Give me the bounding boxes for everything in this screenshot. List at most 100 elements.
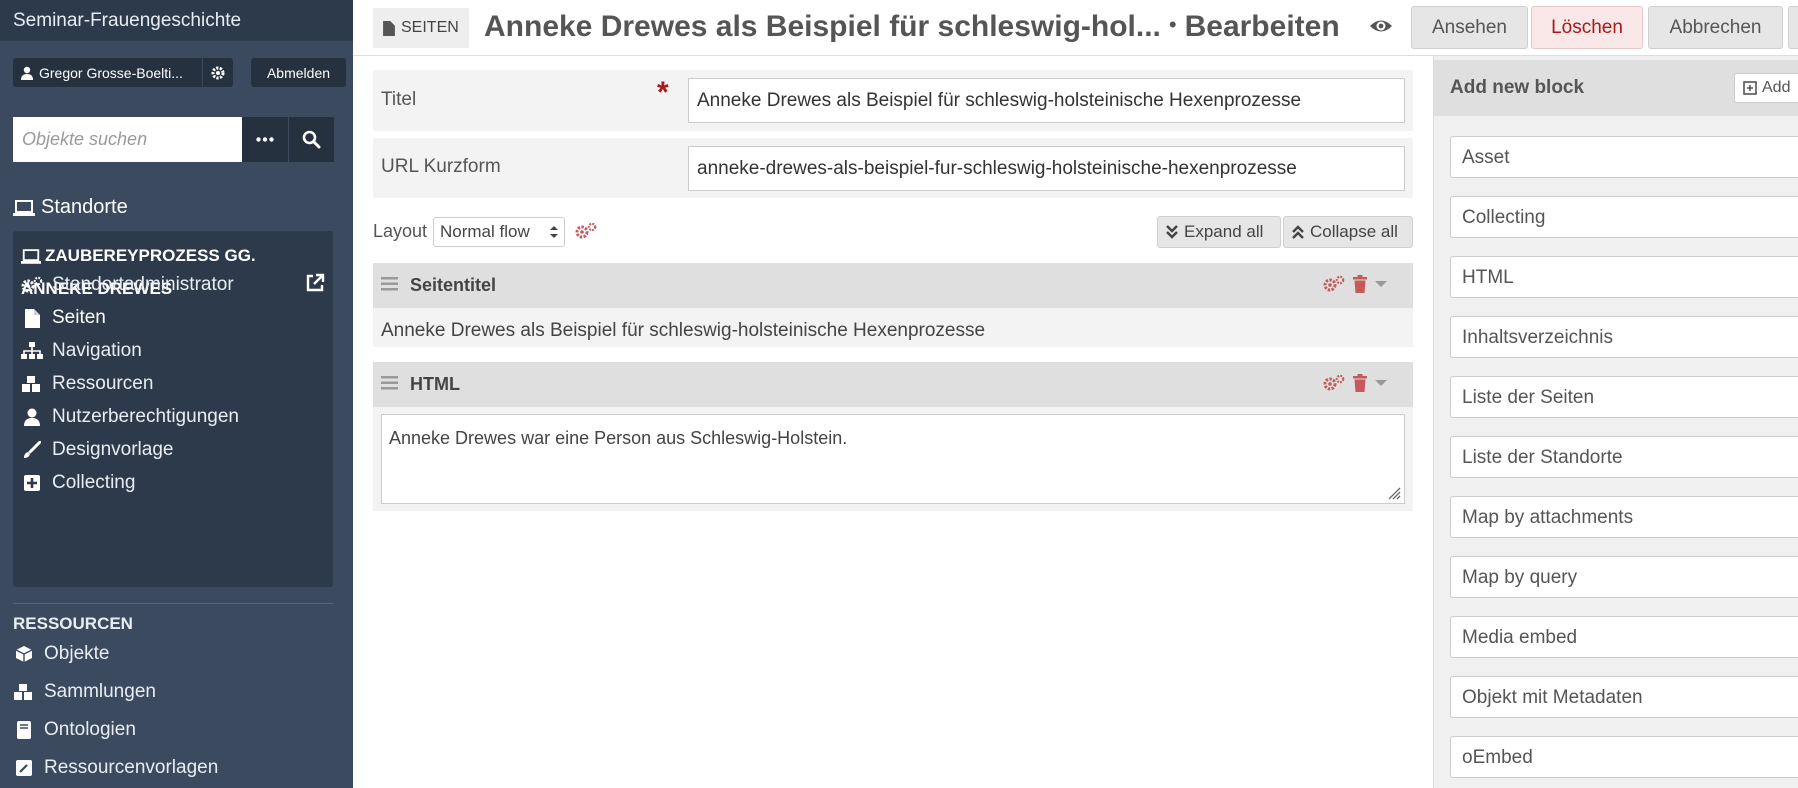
trash-icon[interactable] [1353,374,1367,392]
user-button[interactable]: Gregor Grosse-Boelti... [13,58,202,87]
drag-handle-icon[interactable] [381,376,398,395]
sites-link[interactable]: Standorte [13,196,128,219]
nav-resources[interactable]: Ressourcen [21,373,153,395]
configure-icon[interactable] [1323,275,1345,293]
layout-settings-icon[interactable] [575,222,597,245]
page-icon [21,307,43,329]
block-type-button[interactable]: Liste der Standorte [1450,436,1798,478]
block-type-button[interactable]: oEmbed [1450,736,1798,778]
trash-icon[interactable] [1353,275,1367,293]
nav-theme[interactable]: Designvorlage [21,439,173,461]
drag-handle-icon[interactable] [381,277,398,296]
eye-icon[interactable] [1369,14,1393,43]
delete-button[interactable]: Löschen [1531,6,1643,49]
expand-all-button[interactable]: Expand all [1157,216,1281,248]
block-type-button[interactable]: Asset [1450,136,1798,178]
block-body-page-title: Anneke Drewes als Beispiel für schleswig… [373,308,1413,347]
slug-input[interactable] [688,146,1405,191]
title-input[interactable] [688,78,1405,123]
view-button[interactable]: Ansehen [1411,6,1528,49]
nav-label: Nutzerberechtigungen [52,406,239,427]
user-settings-button[interactable] [203,58,233,87]
block-actions [1323,275,1387,293]
add-block-icon [1743,81,1757,95]
save-button[interactable] [1788,6,1798,49]
nav-user-permissions[interactable]: Nutzerberechtigungen [21,406,239,428]
nav-label: Objekte [44,643,110,664]
block-type-button[interactable]: Liste der Seiten [1450,376,1798,418]
nav-label: Designvorlage [52,439,174,460]
nav-label: Standortadministrator [52,274,234,295]
page-mode: Bearbeiten [1184,10,1340,43]
search-input[interactable] [13,117,242,162]
laptop-icon [21,244,41,274]
resize-grip-icon[interactable] [1387,486,1401,500]
chevron-down-icon[interactable] [1375,379,1387,387]
block-title: HTML [410,374,460,394]
ellipsis-icon [256,137,274,142]
site-title[interactable]: Seminar-Frauengeschichte [0,0,353,41]
nav-resource-templates[interactable]: Ressourcenvorlagen [13,757,218,779]
title-separator: • [1168,12,1177,37]
layout-select[interactable]: Normal flow [433,217,565,247]
search-button[interactable] [289,117,334,162]
brush-icon [21,439,43,461]
section-tag[interactable]: Seiten [373,8,469,48]
cubes-icon [21,373,43,395]
block-type-button[interactable]: Objekt mit Metadaten [1450,676,1798,718]
cogs-icon [21,274,43,296]
layout-toolbar: Layout Normal flow Expand all Collapse a… [373,214,1413,250]
expand-all-label: Expand all [1184,222,1264,241]
nav-label: Navigation [52,340,142,361]
user-icon [21,66,33,80]
select-arrows-icon [550,225,558,239]
search-icon [302,130,321,149]
nav-label: Ressourcenvorlagen [44,757,219,778]
nav-label: Seiten [52,307,106,328]
textarea-content: Anneke Drewes war eine Person aus Schles… [389,428,848,448]
slug-field-row: URL Kurzform [373,138,1413,198]
collapse-all-button[interactable]: Collapse all [1283,216,1413,248]
book-icon [13,719,35,741]
current-site-panel: Zaubereyprozess gg. Anneke Drewes Stando… [13,231,333,587]
external-link-icon[interactable] [305,273,325,298]
search-options-button[interactable] [242,117,288,162]
block-body-html: Anneke Drewes war eine Person aus Schles… [373,407,1413,511]
block-type-button[interactable]: HTML [1450,256,1798,298]
nav-pages[interactable]: Seiten [21,307,106,329]
title-label: Titel [381,89,417,110]
html-textarea[interactable]: Anneke Drewes war eine Person aus Schles… [381,414,1405,504]
nav-label: Collecting [52,472,136,493]
block-type-button[interactable]: Map by attachments [1450,496,1798,538]
nav-collecting[interactable]: Collecting [21,472,135,494]
sitemap-icon [21,340,43,362]
add-block-label: Add [1762,79,1791,96]
page-title-text: Anneke Drewes als Beispiel für schleswig… [484,10,1161,43]
title-field-row: Titel * [373,70,1413,131]
nav-label: Ontologien [44,719,136,740]
collapse-all-label: Collapse all [1310,222,1398,241]
logout-button[interactable]: Abmelden [251,58,346,87]
double-chevron-up-icon [1292,225,1304,239]
block-header-page-title: Seitentitel [373,263,1413,308]
configure-icon[interactable] [1323,374,1345,392]
nav-site-admin[interactable]: Standortadministrator [21,274,234,296]
block-actions [1323,374,1387,392]
block-type-button[interactable]: Inhaltsverzeichnis [1450,316,1798,358]
layout-value: Normal flow [440,222,530,241]
user-name: Gregor Grosse-Boelti... [39,64,183,81]
cube-icon [13,643,35,665]
block-type-button[interactable]: Map by query [1450,556,1798,598]
block-type-button[interactable]: Media embed [1450,616,1798,658]
block-type-button[interactable]: Collecting [1450,196,1798,238]
nav-item-sets[interactable]: Sammlungen [13,681,156,703]
add-block-button[interactable]: Add [1734,73,1798,103]
cancel-button[interactable]: Abbrechen [1648,6,1783,49]
nav-navigation[interactable]: Navigation [21,340,142,362]
nav-items[interactable]: Objekte [13,643,109,665]
chevron-down-icon[interactable] [1375,280,1387,288]
add-block-panel: Add new block Add Asset Collecting HTML Inh… [1433,56,1798,788]
gear-icon [211,66,225,80]
nav-vocabularies[interactable]: Ontologien [13,719,136,741]
cubes-icon [13,681,35,703]
